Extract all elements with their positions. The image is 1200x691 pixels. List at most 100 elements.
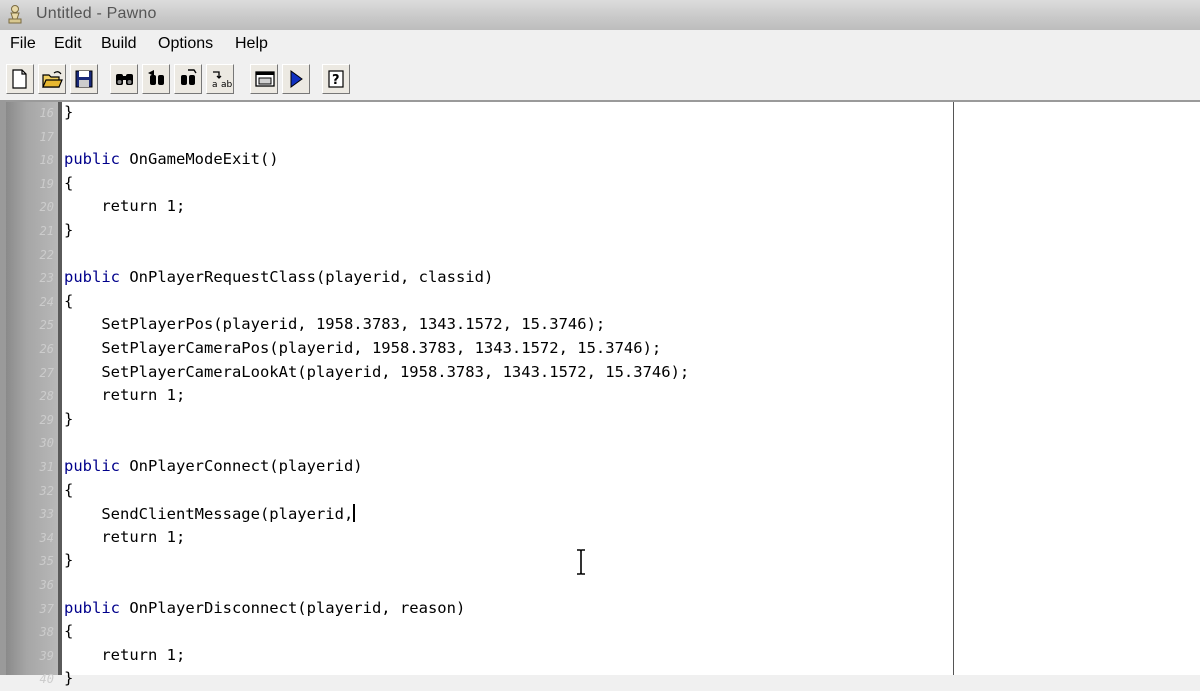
find-icon bbox=[116, 74, 133, 85]
svg-text:?: ? bbox=[332, 73, 340, 88]
find-replace-icon bbox=[181, 69, 197, 85]
line-number: 21 bbox=[39, 224, 54, 238]
menu-help[interactable]: Help bbox=[235, 35, 268, 53]
line-number: 39 bbox=[39, 648, 54, 663]
compile-run-button[interactable] bbox=[282, 64, 310, 94]
find-next-button[interactable] bbox=[142, 64, 170, 94]
code-text: } bbox=[64, 409, 74, 428]
line-number: 19 bbox=[39, 176, 54, 191]
code-line[interactable]: SetPlayerCameraPos(playerid, 1958.3783, … bbox=[64, 339, 661, 361]
line-number: 17 bbox=[39, 129, 54, 144]
line-number: 27 bbox=[39, 365, 54, 380]
code-line[interactable]: return 1; bbox=[64, 646, 185, 668]
function-list-icon bbox=[255, 71, 275, 87]
line-number: 29 bbox=[39, 412, 54, 427]
keyword-token: public bbox=[64, 598, 120, 617]
code-text: OnPlayerRequestClass(playerid, classid) bbox=[120, 268, 494, 287]
code-line[interactable]: return 1; bbox=[64, 197, 185, 219]
save-button[interactable] bbox=[70, 64, 98, 94]
code-text: OnPlayerDisconnect(playerid, reason) bbox=[120, 598, 466, 617]
code-text: SendClientMessage(playerid, bbox=[64, 505, 354, 524]
new-file-icon bbox=[12, 69, 27, 89]
line-number: 16 bbox=[39, 106, 54, 120]
code-text: { bbox=[64, 480, 74, 499]
code-line[interactable]: return 1; bbox=[64, 528, 185, 550]
open-folder-icon bbox=[42, 71, 63, 88]
menu-options[interactable]: Options bbox=[158, 35, 213, 53]
menu-file[interactable]: File bbox=[10, 35, 36, 53]
code-text: return 1; bbox=[64, 197, 186, 216]
keyword-token: public bbox=[64, 150, 120, 169]
line-number: 22 bbox=[39, 247, 54, 262]
menu-build[interactable]: Build bbox=[101, 35, 137, 53]
code-line[interactable]: } bbox=[64, 221, 73, 243]
code-text: { bbox=[64, 173, 74, 192]
code-line[interactable]: public OnGameModeExit() bbox=[64, 150, 279, 172]
pawno-app-icon[interactable] bbox=[4, 4, 26, 26]
code-text: { bbox=[64, 622, 74, 641]
line-number: 33 bbox=[39, 507, 54, 522]
menu-bar: File Edit Build Options Help bbox=[0, 30, 1200, 58]
open-file-button[interactable] bbox=[38, 64, 66, 94]
line-number: 26 bbox=[39, 342, 54, 356]
replace-button[interactable]: ab a bbox=[206, 64, 234, 94]
find-replace-button[interactable] bbox=[174, 64, 202, 94]
code-line[interactable]: } bbox=[64, 551, 73, 573]
code-line[interactable]: { bbox=[64, 481, 73, 503]
code-text: } bbox=[64, 551, 74, 570]
line-number: 25 bbox=[39, 318, 54, 333]
code-text: SetPlayerCameraLookAt(playerid, 1958.378… bbox=[64, 362, 690, 381]
line-number: 36 bbox=[39, 578, 54, 592]
code-text: return 1; bbox=[64, 645, 186, 664]
code-line[interactable]: } bbox=[64, 103, 73, 125]
code-text: } bbox=[64, 669, 74, 688]
code-line[interactable]: return 1; bbox=[64, 386, 185, 408]
line-number: 35 bbox=[39, 554, 54, 569]
find-button[interactable] bbox=[110, 64, 138, 94]
right-pane bbox=[954, 102, 1200, 675]
keyword-token: public bbox=[64, 457, 120, 475]
code-text: } bbox=[64, 103, 74, 121]
svg-text:a: a bbox=[212, 80, 218, 89]
code-line[interactable]: } bbox=[64, 410, 73, 432]
code-text: OnPlayerConnect(playerid) bbox=[120, 457, 363, 475]
line-number: 32 bbox=[39, 483, 54, 498]
function-list-button[interactable] bbox=[250, 64, 278, 94]
save-icon bbox=[75, 70, 93, 88]
help-icon: ? bbox=[328, 70, 344, 88]
line-number: 34 bbox=[39, 530, 54, 545]
line-number: 37 bbox=[39, 601, 54, 616]
code-line[interactable]: { bbox=[64, 174, 73, 196]
code-line[interactable]: SetPlayerPos(playerid, 1958.3783, 1343.1… bbox=[64, 315, 605, 337]
code-line[interactable]: public OnPlayerDisconnect(playerid, reas… bbox=[64, 599, 465, 621]
code-text: { bbox=[64, 291, 74, 310]
code-text: SetPlayerCameraPos(playerid, 1958.3783, … bbox=[64, 339, 662, 357]
line-number: 24 bbox=[39, 294, 54, 309]
code-editor[interactable]: 16 17 18 19 20 21 22 23 24 25 26 27 28 29 30 31 32 33 34 35… bbox=[6, 102, 1200, 687]
code-text: OnGameModeExit() bbox=[120, 150, 279, 169]
line-number: 38 bbox=[39, 625, 54, 640]
code-text: return 1; bbox=[64, 386, 186, 405]
menu-edit[interactable]: Edit bbox=[54, 35, 82, 53]
code-text: } bbox=[64, 221, 74, 239]
gutter-separator bbox=[58, 102, 62, 675]
line-number: 20 bbox=[39, 200, 54, 215]
title-bar: Untitled - Pawno bbox=[0, 0, 1200, 30]
help-button[interactable]: ? bbox=[322, 64, 350, 94]
code-text: SetPlayerPos(playerid, 1958.3783, 1343.1… bbox=[64, 315, 606, 334]
code-line[interactable]: } bbox=[64, 669, 73, 691]
code-line[interactable]: public OnPlayerConnect(playerid) bbox=[64, 457, 363, 479]
replace-icon: ab a bbox=[212, 71, 232, 89]
code-line[interactable]: public OnPlayerRequestClass(playerid, cl… bbox=[64, 268, 493, 290]
text-cursor-ibeam-icon bbox=[577, 549, 585, 575]
compile-run-icon bbox=[290, 70, 303, 88]
line-number: 30 bbox=[39, 436, 54, 451]
code-line[interactable]: { bbox=[64, 292, 73, 314]
code-line[interactable]: SendClientMessage(playerid, bbox=[64, 504, 356, 526]
line-number: 28 bbox=[39, 389, 54, 404]
svg-text:ab: ab bbox=[221, 80, 232, 89]
new-file-button[interactable] bbox=[6, 64, 34, 94]
code-line[interactable]: SetPlayerCameraLookAt(playerid, 1958.378… bbox=[64, 363, 689, 385]
find-next-icon bbox=[148, 70, 164, 85]
code-line[interactable]: { bbox=[64, 622, 73, 644]
